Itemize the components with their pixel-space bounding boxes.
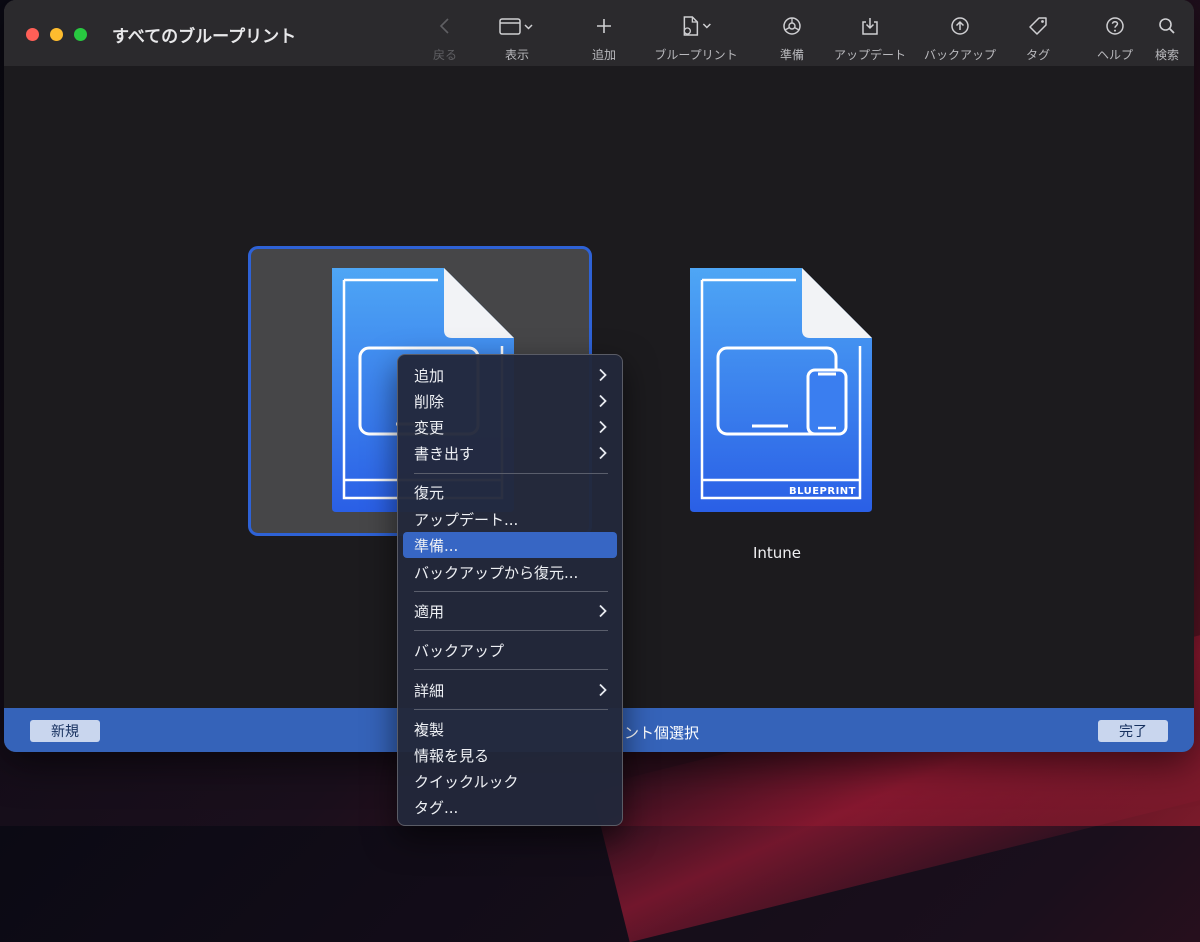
toolbar-blueprint-button[interactable]: ブループリント bbox=[654, 14, 738, 63]
menu-item-label: バックアップ bbox=[414, 641, 505, 660]
menu-item-restore-from-backup[interactable]: バックアップから復元... bbox=[403, 559, 617, 585]
menu-item-change[interactable]: 変更 bbox=[403, 414, 617, 440]
toolbar-help-label: ヘルプ bbox=[1096, 48, 1134, 62]
toolbar-backup-label: バックアップ bbox=[923, 48, 997, 62]
minimize-window-button[interactable] bbox=[50, 28, 63, 41]
menu-item-tags[interactable]: タグ... bbox=[403, 794, 617, 820]
menu-separator bbox=[414, 630, 608, 631]
menu-item-label: 追加 bbox=[414, 366, 445, 385]
toolbar-backup-button[interactable]: バックアップ bbox=[924, 14, 996, 63]
chevron-left-icon bbox=[437, 14, 453, 38]
selection-status: ント個選択 bbox=[624, 724, 700, 742]
toolbar-tag-button[interactable]: タグ bbox=[1026, 14, 1050, 63]
menu-item-quick-look[interactable]: クイックルック bbox=[403, 768, 617, 794]
toolbar-view-button[interactable]: 表示 bbox=[499, 14, 535, 63]
toolbar-view-label: 表示 bbox=[504, 48, 529, 62]
toolbar-blueprint-label: ブループリント bbox=[654, 48, 738, 62]
menu-item-label: 復元 bbox=[414, 483, 445, 502]
close-window-button[interactable] bbox=[26, 28, 39, 41]
window-view-icon bbox=[499, 14, 535, 38]
toolbar-back-button[interactable]: 戻る bbox=[433, 14, 457, 63]
toolbar-add-button[interactable]: 追加 bbox=[592, 14, 616, 63]
menu-item-apply[interactable]: 適用 bbox=[403, 598, 617, 624]
menu-item-label: 情報を見る bbox=[414, 746, 490, 765]
menu-item-label: 詳細 bbox=[414, 681, 445, 700]
window-title: すべてのブループリント bbox=[112, 27, 297, 47]
toolbar-add-label: 追加 bbox=[591, 48, 617, 62]
menu-item-export[interactable]: 書き出す bbox=[403, 440, 617, 466]
menu-item-label: 変更 bbox=[414, 418, 445, 437]
menu-item-delete[interactable]: 削除 bbox=[403, 388, 617, 414]
chevron-right-icon bbox=[599, 420, 607, 434]
menu-item-add[interactable]: 追加 bbox=[403, 362, 617, 388]
toolbar-help-button[interactable]: ヘルプ bbox=[1097, 14, 1133, 63]
menu-item-label: タグ... bbox=[414, 798, 459, 817]
context-menu: 追加 削除 変更 書き出す 復元 アップデート... 準備... バックアップか… bbox=[397, 354, 623, 826]
chevron-right-icon bbox=[599, 394, 607, 408]
menu-item-get-info[interactable]: 情報を見る bbox=[403, 742, 617, 768]
menu-item-update[interactable]: アップデート... bbox=[403, 506, 617, 532]
menu-item-label: クイックルック bbox=[414, 772, 519, 791]
plus-icon bbox=[594, 14, 614, 38]
titlebar: すべてのブループリント 戻る 表示 追加 ブループリント 準備 アップデート バ… bbox=[4, 0, 1194, 67]
search-icon bbox=[1157, 14, 1177, 38]
toolbar-prepare-button[interactable]: 準備 bbox=[780, 14, 804, 63]
blueprint-document-icon[interactable]: BLUEPRINT bbox=[684, 266, 876, 516]
menu-item-label: 削除 bbox=[414, 392, 445, 411]
chevron-right-icon bbox=[599, 604, 607, 618]
backup-arrow-up-circle-icon bbox=[950, 14, 970, 38]
toolbar-search-label: 検索 bbox=[1154, 48, 1180, 62]
help-question-icon bbox=[1105, 14, 1125, 38]
new-button[interactable]: 新規 bbox=[30, 720, 100, 742]
toolbar-search-button[interactable]: 検索 bbox=[1155, 14, 1179, 63]
menu-item-restore[interactable]: 復元 bbox=[403, 479, 617, 505]
menu-separator bbox=[414, 709, 608, 710]
chevron-right-icon bbox=[599, 446, 607, 460]
menu-item-label: 書き出す bbox=[414, 444, 475, 463]
menu-item-label: 複製 bbox=[414, 720, 445, 739]
menu-item-label: 適用 bbox=[414, 602, 445, 621]
menu-item-advanced[interactable]: 詳細 bbox=[403, 677, 617, 703]
toolbar-prepare-label: 準備 bbox=[779, 48, 805, 62]
menu-separator bbox=[414, 591, 608, 592]
blueprint-document-icon bbox=[678, 14, 714, 38]
toolbar-update-button[interactable]: アップデート bbox=[834, 14, 906, 63]
chevron-right-icon bbox=[599, 368, 607, 382]
menu-item-label: バックアップから復元... bbox=[414, 563, 579, 582]
update-download-icon bbox=[860, 14, 880, 38]
menu-separator bbox=[414, 669, 608, 670]
prepare-gear-icon bbox=[782, 14, 802, 38]
document-name-intune: Intune bbox=[752, 544, 802, 562]
menu-item-label: 準備... bbox=[414, 536, 459, 555]
chevron-right-icon bbox=[599, 683, 607, 697]
menu-item-duplicate[interactable]: 複製 bbox=[403, 716, 617, 742]
zoom-window-button[interactable] bbox=[74, 28, 87, 41]
done-button[interactable]: 完了 bbox=[1098, 720, 1168, 742]
toolbar-back-label: 戻る bbox=[432, 48, 458, 62]
blueprint-badge: BLUEPRINT bbox=[789, 486, 856, 497]
menu-item-label: アップデート... bbox=[414, 510, 519, 529]
tag-icon bbox=[1028, 14, 1048, 38]
menu-item-backup[interactable]: バックアップ bbox=[403, 637, 617, 663]
toolbar-update-label: アップデート bbox=[833, 48, 907, 62]
toolbar-tag-label: タグ bbox=[1025, 48, 1051, 62]
menu-item-prepare[interactable]: 準備... bbox=[403, 532, 617, 558]
menu-separator bbox=[414, 473, 608, 474]
